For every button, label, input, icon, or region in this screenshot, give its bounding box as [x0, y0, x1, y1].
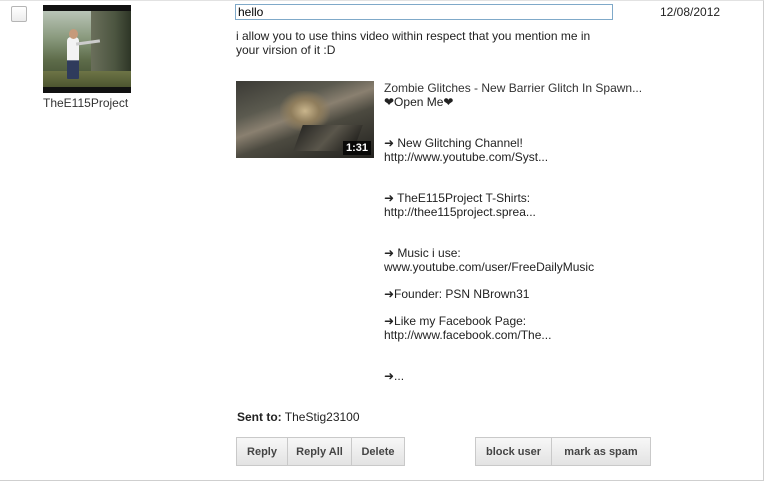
sender-username[interactable]: TheE115Project	[43, 96, 128, 110]
message-body: i allow you to use thins video within re…	[236, 29, 591, 57]
block-user-button[interactable]: block user	[475, 437, 551, 466]
sent-to-label: Sent to:	[237, 410, 282, 424]
subject-field[interactable]: hello	[235, 4, 613, 20]
desc-facebook-label: ➜Like my Facebook Page:	[384, 314, 527, 328]
desc-shirts-label: ➜ TheE115Project T-Shirts:	[384, 191, 531, 205]
sent-to: Sent to: TheStig23100	[237, 410, 360, 424]
reply-actions: Reply Reply All Delete	[236, 437, 405, 468]
sender-avatar[interactable]	[43, 5, 131, 93]
message-date: 12/08/2012	[660, 5, 721, 19]
desc-music-label: ➜ Music i use:	[384, 246, 461, 260]
desc-more: ➜...	[384, 369, 405, 383]
video-description: ❤Open Me❤ ➜ New Glitching Channel! http:…	[384, 95, 664, 383]
reply-button[interactable]: Reply	[236, 437, 287, 466]
video-title-link[interactable]: Zombie Glitches - New Barrier Glitch In …	[384, 81, 654, 95]
video-thumbnail[interactable]: 1:31	[236, 81, 374, 158]
mark-as-spam-button[interactable]: mark as spam	[551, 437, 651, 466]
desc-open-me: ❤Open Me❤	[384, 95, 454, 109]
delete-button[interactable]: Delete	[351, 437, 405, 466]
video-duration: 1:31	[342, 141, 371, 155]
desc-channel-label: ➜ New Glitching Channel!	[384, 136, 523, 150]
desc-facebook-url: http://www.facebook.com/The...	[384, 328, 552, 342]
desc-channel-url: http://www.youtube.com/Syst...	[384, 150, 549, 164]
desc-founder: ➜Founder: PSN NBrown31	[384, 287, 530, 301]
reply-all-button[interactable]: Reply All	[287, 437, 351, 466]
select-message-checkbox[interactable]	[11, 6, 27, 22]
moderation-actions: block user mark as spam	[475, 437, 651, 468]
sent-to-recipient[interactable]: TheStig23100	[285, 410, 360, 424]
desc-music-url: www.youtube.com/user/FreeDailyMusic	[384, 260, 595, 274]
desc-shirts-url: http://thee115project.sprea...	[384, 205, 536, 219]
